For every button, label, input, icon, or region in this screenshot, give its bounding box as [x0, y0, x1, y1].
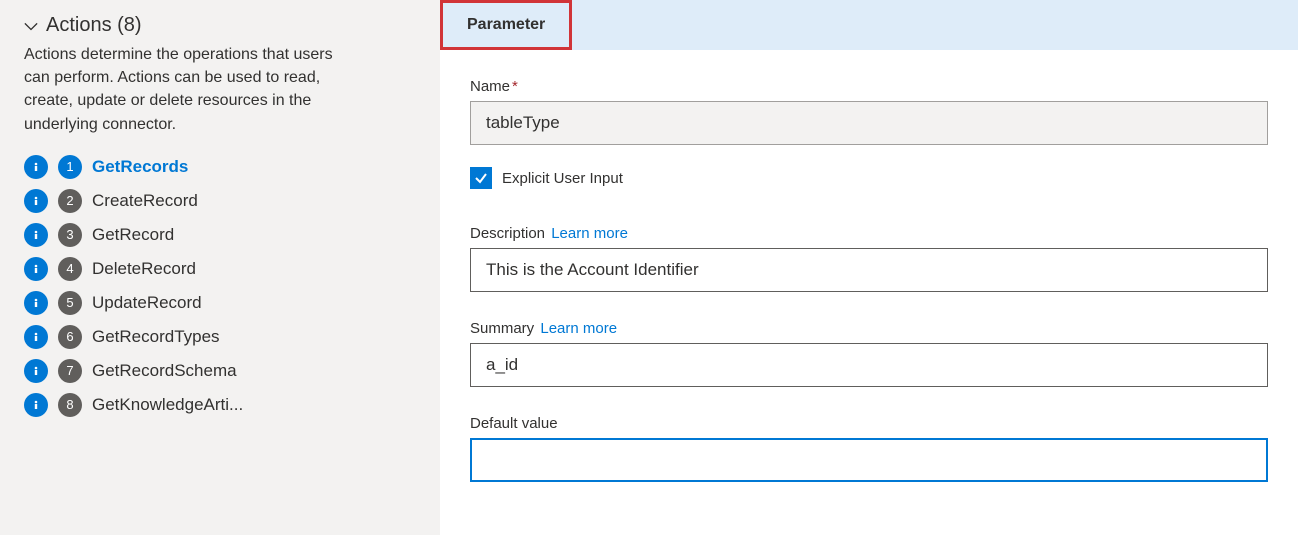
action-label: CreateRecord [92, 191, 198, 211]
default-value-label: Default value [470, 415, 1268, 432]
action-label: GetRecordSchema [92, 361, 237, 381]
action-number-badge: 8 [58, 393, 82, 417]
default-value-input[interactable] [470, 438, 1268, 482]
default-value-row: Default value [470, 415, 1268, 482]
info-icon [24, 291, 48, 315]
sidebar-action-getknowledgearti[interactable]: 8 GetKnowledgeArti... [24, 388, 416, 422]
sidebar-action-getrecordtypes[interactable]: 6 GetRecordTypes [24, 320, 416, 354]
summary-row: Summary Learn more [470, 320, 1268, 387]
tab-parameter[interactable]: Parameter [440, 0, 572, 50]
tab-bar: Parameter [440, 0, 1298, 50]
action-number-badge: 4 [58, 257, 82, 281]
description-row: Description Learn more [470, 225, 1268, 292]
action-label: UpdateRecord [92, 293, 202, 313]
info-icon [24, 393, 48, 417]
action-label: GetRecordTypes [92, 327, 220, 347]
tab-parameter-label: Parameter [467, 16, 545, 34]
summary-learn-more-link[interactable]: Learn more [540, 320, 617, 337]
sidebar-action-updaterecord[interactable]: 5 UpdateRecord [24, 286, 416, 320]
actions-description: Actions determine the operations that us… [24, 43, 334, 136]
summary-label: Summary Learn more [470, 320, 1268, 337]
action-number-badge: 1 [58, 155, 82, 179]
chevron-down-icon [24, 19, 38, 33]
action-number-badge: 3 [58, 223, 82, 247]
sidebar-action-getrecords[interactable]: 1 GetRecords [24, 150, 416, 184]
action-number-badge: 6 [58, 325, 82, 349]
checkmark-icon [474, 171, 488, 185]
actions-sidebar: Actions (8) Actions determine the operat… [0, 0, 440, 535]
action-label: DeleteRecord [92, 259, 196, 279]
actions-section-header[interactable]: Actions (8) [24, 14, 416, 37]
info-icon [24, 155, 48, 179]
action-number-badge: 5 [58, 291, 82, 315]
actions-list: 1 GetRecords 2 CreateRecord 3 GetRecord … [24, 150, 416, 422]
action-label: GetRecords [92, 157, 188, 177]
info-icon [24, 325, 48, 349]
action-label: GetKnowledgeArti... [92, 395, 243, 415]
name-label: Name* [470, 78, 1268, 95]
action-number-badge: 7 [58, 359, 82, 383]
name-row: Name* [470, 78, 1268, 145]
form-area: Name* Explicit User Input Description Le… [440, 50, 1298, 535]
explicit-user-input-checkbox[interactable] [470, 167, 492, 189]
name-input[interactable] [470, 101, 1268, 145]
info-icon [24, 223, 48, 247]
description-learn-more-link[interactable]: Learn more [551, 225, 628, 242]
info-icon [24, 359, 48, 383]
sidebar-action-deleterecord[interactable]: 4 DeleteRecord [24, 252, 416, 286]
action-number-badge: 2 [58, 189, 82, 213]
explicit-user-input-row: Explicit User Input [470, 167, 1268, 189]
action-label: GetRecord [92, 225, 174, 245]
info-icon [24, 257, 48, 281]
required-star: * [512, 78, 518, 95]
sidebar-action-getrecord[interactable]: 3 GetRecord [24, 218, 416, 252]
main-panel: Parameter Name* Explicit User Input Desc… [440, 0, 1298, 535]
description-input[interactable] [470, 248, 1268, 292]
summary-input[interactable] [470, 343, 1268, 387]
explicit-user-input-label: Explicit User Input [502, 170, 623, 187]
sidebar-action-getrecordschema[interactable]: 7 GetRecordSchema [24, 354, 416, 388]
actions-title: Actions (8) [46, 14, 142, 37]
info-icon [24, 189, 48, 213]
sidebar-action-createrecord[interactable]: 2 CreateRecord [24, 184, 416, 218]
description-label: Description Learn more [470, 225, 1268, 242]
